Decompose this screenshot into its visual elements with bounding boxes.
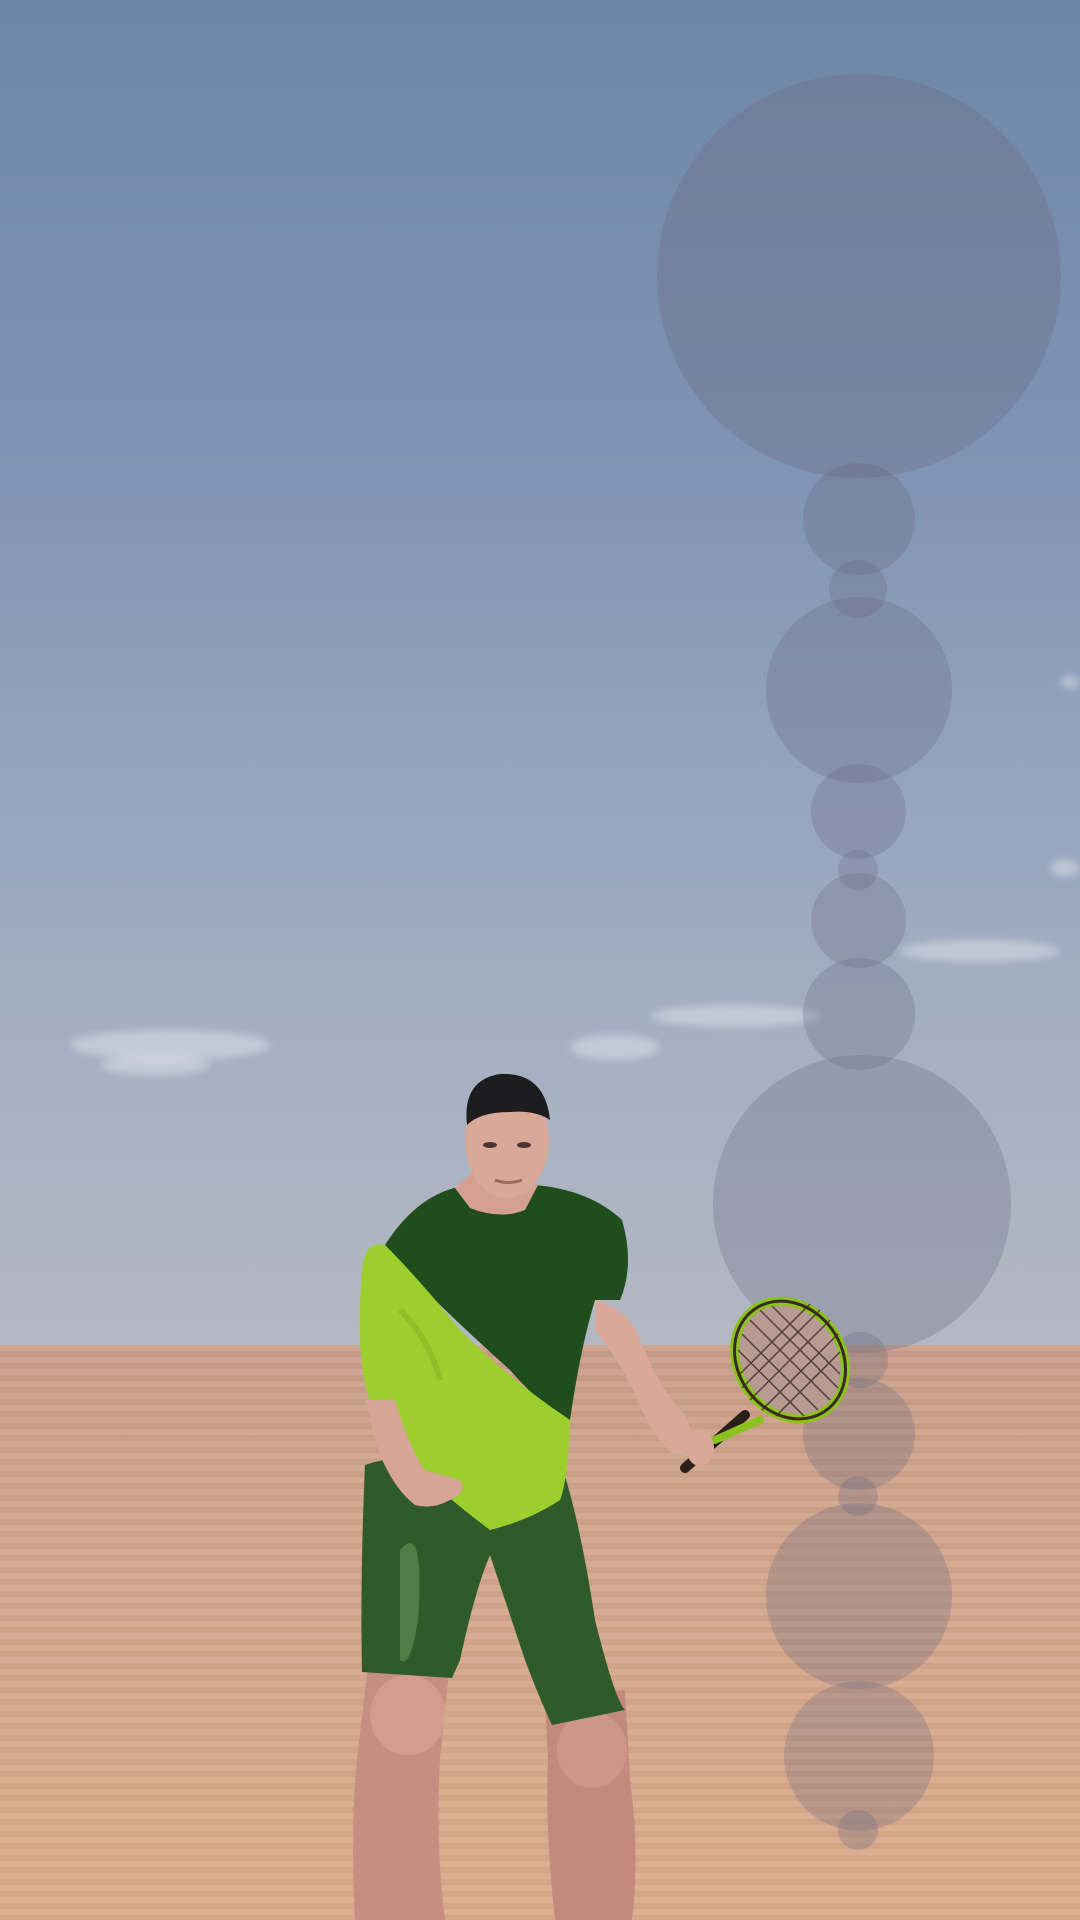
cloud (100, 1055, 210, 1075)
cloud (650, 1005, 820, 1027)
cloud (570, 1035, 660, 1060)
tennis-player-avatar[interactable] (340, 1060, 860, 1920)
cloud (900, 940, 1060, 962)
cloud (1050, 860, 1080, 876)
cloud (1060, 675, 1080, 689)
right-arm (595, 1300, 695, 1455)
